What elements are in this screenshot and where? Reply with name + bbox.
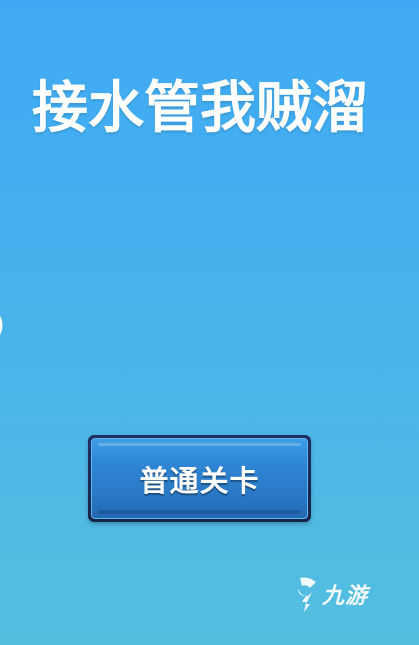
game-title: 接水管我贼溜 (32, 75, 368, 141)
normal-level-button-face[interactable]: 普通关卡 (91, 438, 308, 519)
normal-level-button-label: 普通关卡 (139, 463, 260, 498)
game-screen: 接水管我贼溜 ) 普通关卡 九游 (0, 0, 419, 645)
watermark: 九游 (294, 572, 368, 616)
edge-partial-glyph: ) (0, 308, 8, 342)
nine-game-logo-icon (294, 574, 320, 614)
watermark-text: 九游 (322, 584, 369, 609)
normal-level-button[interactable]: 普通关卡 (88, 435, 311, 522)
